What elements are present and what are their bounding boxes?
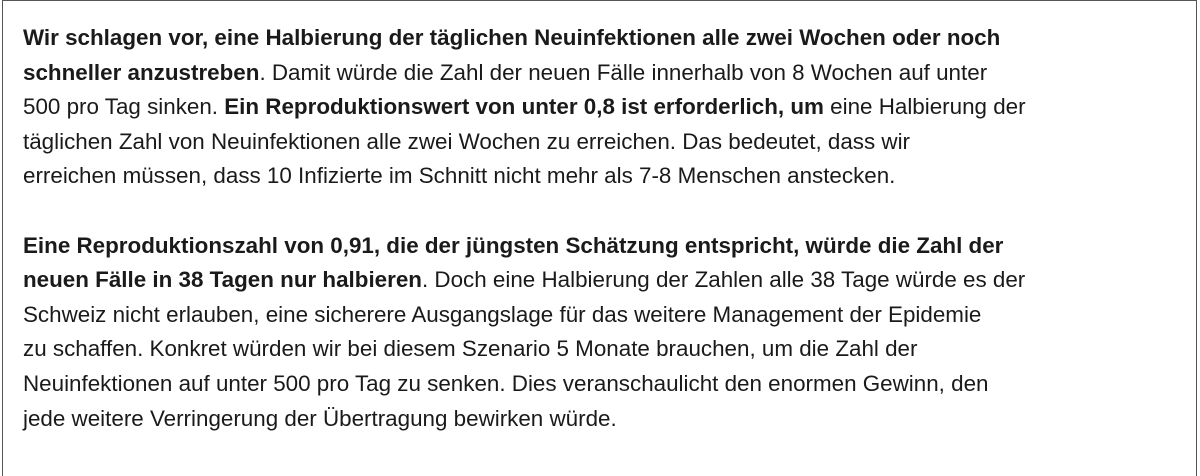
text-line: jede weitere Verringerung der Übertragun… (23, 402, 1191, 437)
text-line: täglichen Zahl von Neuinfektionen alle z… (23, 125, 1191, 160)
bold-text: Wir schlagen vor, eine Halbierung der tä… (23, 25, 1001, 50)
paragraph-2: Eine Reproduktionszahl von 0,91, die der… (23, 229, 1191, 437)
text-line: Wir schlagen vor, eine Halbierung der tä… (23, 21, 1191, 56)
plain-text: Neuinfektionen auf unter 500 pro Tag zu … (23, 370, 989, 396)
plain-text: eine Halbierung der (823, 94, 1026, 120)
document-frame: Wir schlagen vor, eine Halbierung der tä… (2, 0, 1197, 476)
plain-text: . Damit würde die Zahl der neuen Fälle i… (259, 59, 988, 85)
text-line: neuen Fälle in 38 Tagen nur halbieren. D… (23, 263, 1191, 298)
text-line: Schweiz nicht erlauben, eine sicherere A… (23, 298, 1191, 333)
text-line: erreichen müssen, dass 10 Infizierte im … (23, 159, 1191, 194)
bold-text: Ein Reproduktionswert von unter 0,8 ist … (224, 94, 824, 120)
text-line: schneller anzustreben. Damit würde die Z… (23, 56, 1191, 91)
plain-text: Schweiz nicht erlauben, eine sicherere A… (23, 301, 982, 327)
text-line: zu schaffen. Konkret würden wir bei dies… (23, 332, 1191, 367)
text-line: Eine Reproduktionszahl von 0,91, die der… (23, 229, 1191, 264)
bold-text: neuen Fälle in 38 Tagen nur halbieren (23, 267, 422, 293)
plain-text: erreichen müssen, dass 10 Infizierte im … (23, 163, 896, 189)
plain-text: jede weitere Verringerung der Übertragun… (23, 405, 617, 431)
plain-text: zu schaffen. Konkret würden wir bei dies… (23, 336, 918, 362)
document-body: Wir schlagen vor, eine Halbierung der tä… (23, 21, 1191, 436)
bold-text: Eine Reproduktionszahl von 0,91, die der… (23, 232, 1004, 258)
bold-text: schneller anzustreben (23, 59, 260, 85)
text-line: Neuinfektionen auf unter 500 pro Tag zu … (23, 367, 1191, 402)
text-line: 500 pro Tag sinken. Ein Reproduktionswer… (23, 90, 1191, 125)
plain-text: . Doch eine Halbierung der Zahlen alle 3… (421, 267, 1026, 293)
plain-text: 500 pro Tag sinken. (23, 94, 225, 120)
paragraph-1: Wir schlagen vor, eine Halbierung der tä… (23, 21, 1191, 194)
plain-text: täglichen Zahl von Neuinfektionen alle z… (23, 128, 910, 154)
